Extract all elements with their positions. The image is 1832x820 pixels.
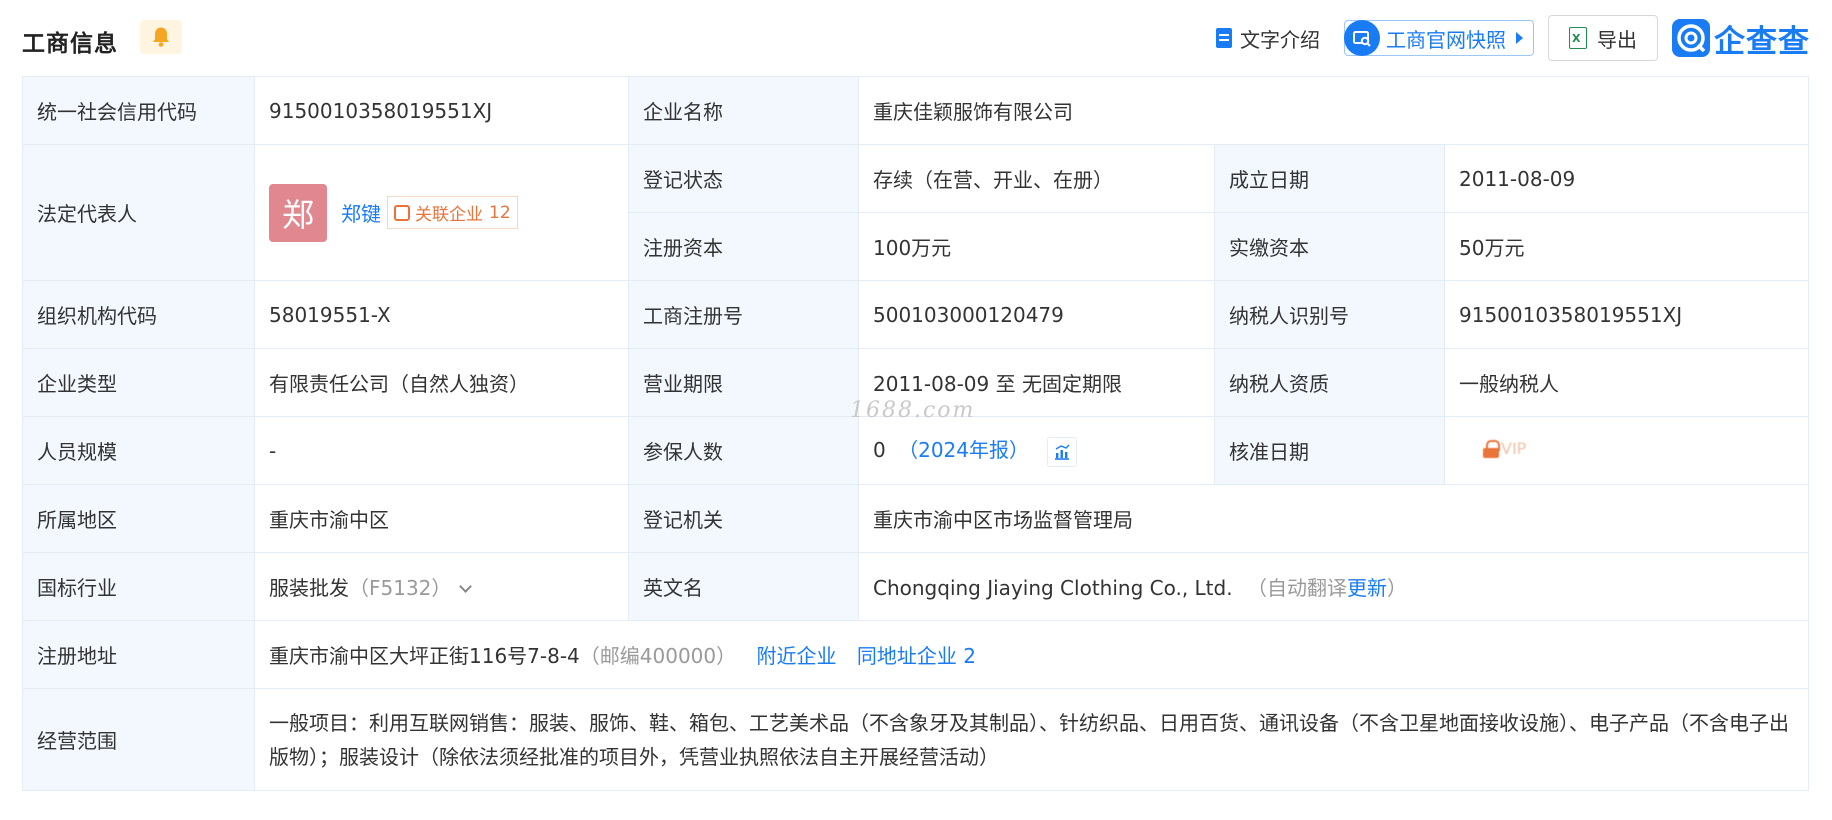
- export-button[interactable]: X 导出: [1548, 15, 1658, 61]
- official-snapshot-label: 工商官网快照: [1386, 27, 1506, 52]
- taxpayer-qual-value: 一般纳税人: [1443, 348, 1810, 417]
- annual-report-link[interactable]: （2024年报）: [898, 438, 1029, 462]
- lock-icon: [1483, 439, 1500, 458]
- english-name-cell: Chongqing Jiaying Clothing Co., Ltd. （自动…: [857, 552, 1810, 621]
- reg-address-label: 注册地址: [22, 620, 255, 689]
- biz-scope-value: 一般项目：利用互联网销售：服装、服饰、鞋、箱包、工艺美术品（不含象牙及其制品）、…: [253, 688, 1810, 791]
- table-row: 国标行业 服装批发（F5132） 英文名 Chongqing Jiaying C…: [22, 552, 1810, 621]
- industry-code: （F5132）: [349, 576, 452, 600]
- auto-translate-suffix: ）: [1386, 576, 1407, 600]
- org-code-label: 组织机构代码: [22, 280, 255, 349]
- section-title: 工商信息: [22, 31, 118, 57]
- credit-code-value: 9150010358019551XJ: [254, 76, 629, 145]
- approve-date-label: 核准日期: [1214, 416, 1445, 485]
- industry-label: 国标行业: [22, 552, 255, 621]
- english-name-label: 英文名: [628, 552, 859, 621]
- caret-right-icon: [1516, 32, 1523, 44]
- insured-value: 0: [873, 438, 886, 463]
- postcode: （邮编400000）: [579, 644, 737, 668]
- related-company-tag[interactable]: 关联企业 12: [387, 196, 518, 229]
- table-row: 经营范围 一般项目：利用互联网销售：服装、服饰、鞋、箱包、工艺美术品（不含象牙及…: [22, 688, 1810, 791]
- taxpayer-id-value: 9150010358019551XJ: [1443, 280, 1810, 349]
- qichacha-logo-icon: [1672, 19, 1710, 57]
- section-header: 工商信息 文字介绍 工商官网快照 X 导出 企查查: [22, 14, 1810, 62]
- biz-term-label: 营业期限: [628, 348, 859, 417]
- english-name-value: Chongqing Jiaying Clothing Co., Ltd.: [873, 576, 1233, 600]
- same-address-count: 2: [963, 644, 976, 668]
- document-icon: [1216, 28, 1232, 48]
- found-date-label: 成立日期: [1214, 144, 1445, 213]
- related-company-label: 关联企业: [415, 205, 483, 225]
- region-value: 重庆市渝中区: [254, 484, 629, 553]
- reg-authority-value: 重庆市渝中区市场监督管理局: [857, 484, 1810, 553]
- related-company-count: 12: [489, 202, 511, 223]
- bell-icon[interactable]: [140, 20, 182, 54]
- found-date-value: 2011-08-09: [1443, 144, 1810, 213]
- reg-capital-label: 注册资本: [628, 212, 859, 281]
- table-row: 所属地区 重庆市渝中区 登记机关 重庆市渝中区市场监督管理局: [22, 484, 1810, 553]
- table-row: 法定代表人 郑 郑键 关联企业 12 登记状态 存续（在营、开业、在册） 成立日…: [22, 144, 1810, 281]
- snapshot-icon: [1344, 20, 1380, 56]
- vip-locked-value[interactable]: VIP: [1483, 439, 1526, 458]
- insured-cell: 0 （2024年报）: [858, 416, 1215, 485]
- reg-authority-label: 登记机关: [628, 484, 859, 553]
- nearby-companies-link[interactable]: 附近企业: [757, 644, 837, 668]
- credit-code-label: 统一社会信用代码: [22, 76, 255, 145]
- company-type-label: 企业类型: [22, 348, 255, 417]
- table-row: 注册地址 重庆市渝中区大坪正街116号7-8-4（邮编400000） 附近企业 …: [22, 620, 1810, 689]
- biz-term-value: 2011-08-09 至 无固定期限: [858, 348, 1215, 417]
- table-row: 企业类型 有限责任公司（自然人独资） 营业期限 2011-08-09 至 无固定…: [22, 348, 1810, 417]
- legal-rep-name-link[interactable]: 郑键: [341, 198, 381, 227]
- table-row: 人员规模 - 参保人数 0 （2024年报） 核准日期 VIP: [22, 416, 1810, 485]
- company-name-label: 企业名称: [628, 76, 859, 145]
- insured-label: 参保人数: [628, 416, 859, 485]
- company-name-value: 重庆佳颖服饰有限公司: [857, 76, 1810, 145]
- bell-icon-shape: [153, 27, 169, 47]
- approve-date-cell: VIP: [1443, 416, 1810, 485]
- qichacha-logo: 企查查: [1672, 16, 1810, 61]
- trend-chart-icon[interactable]: [1047, 436, 1078, 467]
- biz-reg-no-label: 工商注册号: [628, 280, 859, 349]
- export-label: 导出: [1597, 27, 1637, 52]
- legal-rep-label: 法定代表人: [22, 144, 255, 281]
- industry-cell[interactable]: 服装批发（F5132）: [254, 552, 629, 621]
- paid-capital-label: 实缴资本: [1214, 212, 1445, 281]
- same-address-label: 同地址企业: [856, 644, 957, 668]
- biz-reg-no-value: 500103000120479: [858, 280, 1215, 349]
- reg-capital-value: 100万元: [858, 212, 1215, 281]
- official-snapshot-button[interactable]: 工商官网快照: [1344, 20, 1534, 56]
- table-row: 统一社会信用代码 9150010358019551XJ 企业名称 重庆佳颖服饰有…: [22, 76, 1810, 145]
- taxpayer-id-label: 纳税人识别号: [1214, 280, 1445, 349]
- taxpayer-qual-label: 纳税人资质: [1214, 348, 1445, 417]
- auto-translate-prefix: （自动翻译: [1246, 576, 1347, 600]
- related-company-icon: [394, 204, 410, 221]
- biz-scope-label: 经营范围: [22, 688, 255, 791]
- org-code-value: 58019551-X: [254, 280, 629, 349]
- chevron-down-icon[interactable]: [459, 580, 473, 593]
- company-type-value: 有限责任公司（自然人独资）: [254, 348, 629, 417]
- business-info-table: 统一社会信用代码 9150010358019551XJ 企业名称 重庆佳颖服饰有…: [22, 76, 1810, 791]
- excel-icon: X: [1569, 27, 1587, 49]
- translate-update-link[interactable]: 更新: [1347, 576, 1387, 600]
- region-label: 所属地区: [22, 484, 255, 553]
- reg-status-value: 存续（在营、开业、在册）: [858, 144, 1215, 213]
- same-address-link[interactable]: 同地址企业 2: [857, 644, 976, 668]
- staff-size-value: -: [254, 416, 629, 485]
- legal-rep-cell: 郑 郑键 关联企业 12: [254, 144, 629, 281]
- paid-capital-value: 50万元: [1443, 212, 1810, 281]
- reg-address-cell: 重庆市渝中区大坪正街116号7-8-4（邮编400000） 附近企业 同地址企业…: [253, 620, 1810, 689]
- text-intro-label: 文字介绍: [1240, 27, 1320, 52]
- staff-size-label: 人员规模: [22, 416, 255, 485]
- avatar[interactable]: 郑: [269, 183, 327, 242]
- industry-value: 服装批发: [269, 576, 349, 600]
- logo-text: 企查查: [1714, 23, 1810, 60]
- text-intro-button[interactable]: 文字介绍: [1216, 24, 1320, 53]
- table-row: 组织机构代码 58019551-X 工商注册号 500103000120479 …: [22, 280, 1810, 349]
- reg-address-value: 重庆市渝中区大坪正街116号7-8-4: [269, 644, 580, 668]
- vip-text: VIP: [1501, 439, 1527, 458]
- reg-status-label: 登记状态: [628, 144, 859, 213]
